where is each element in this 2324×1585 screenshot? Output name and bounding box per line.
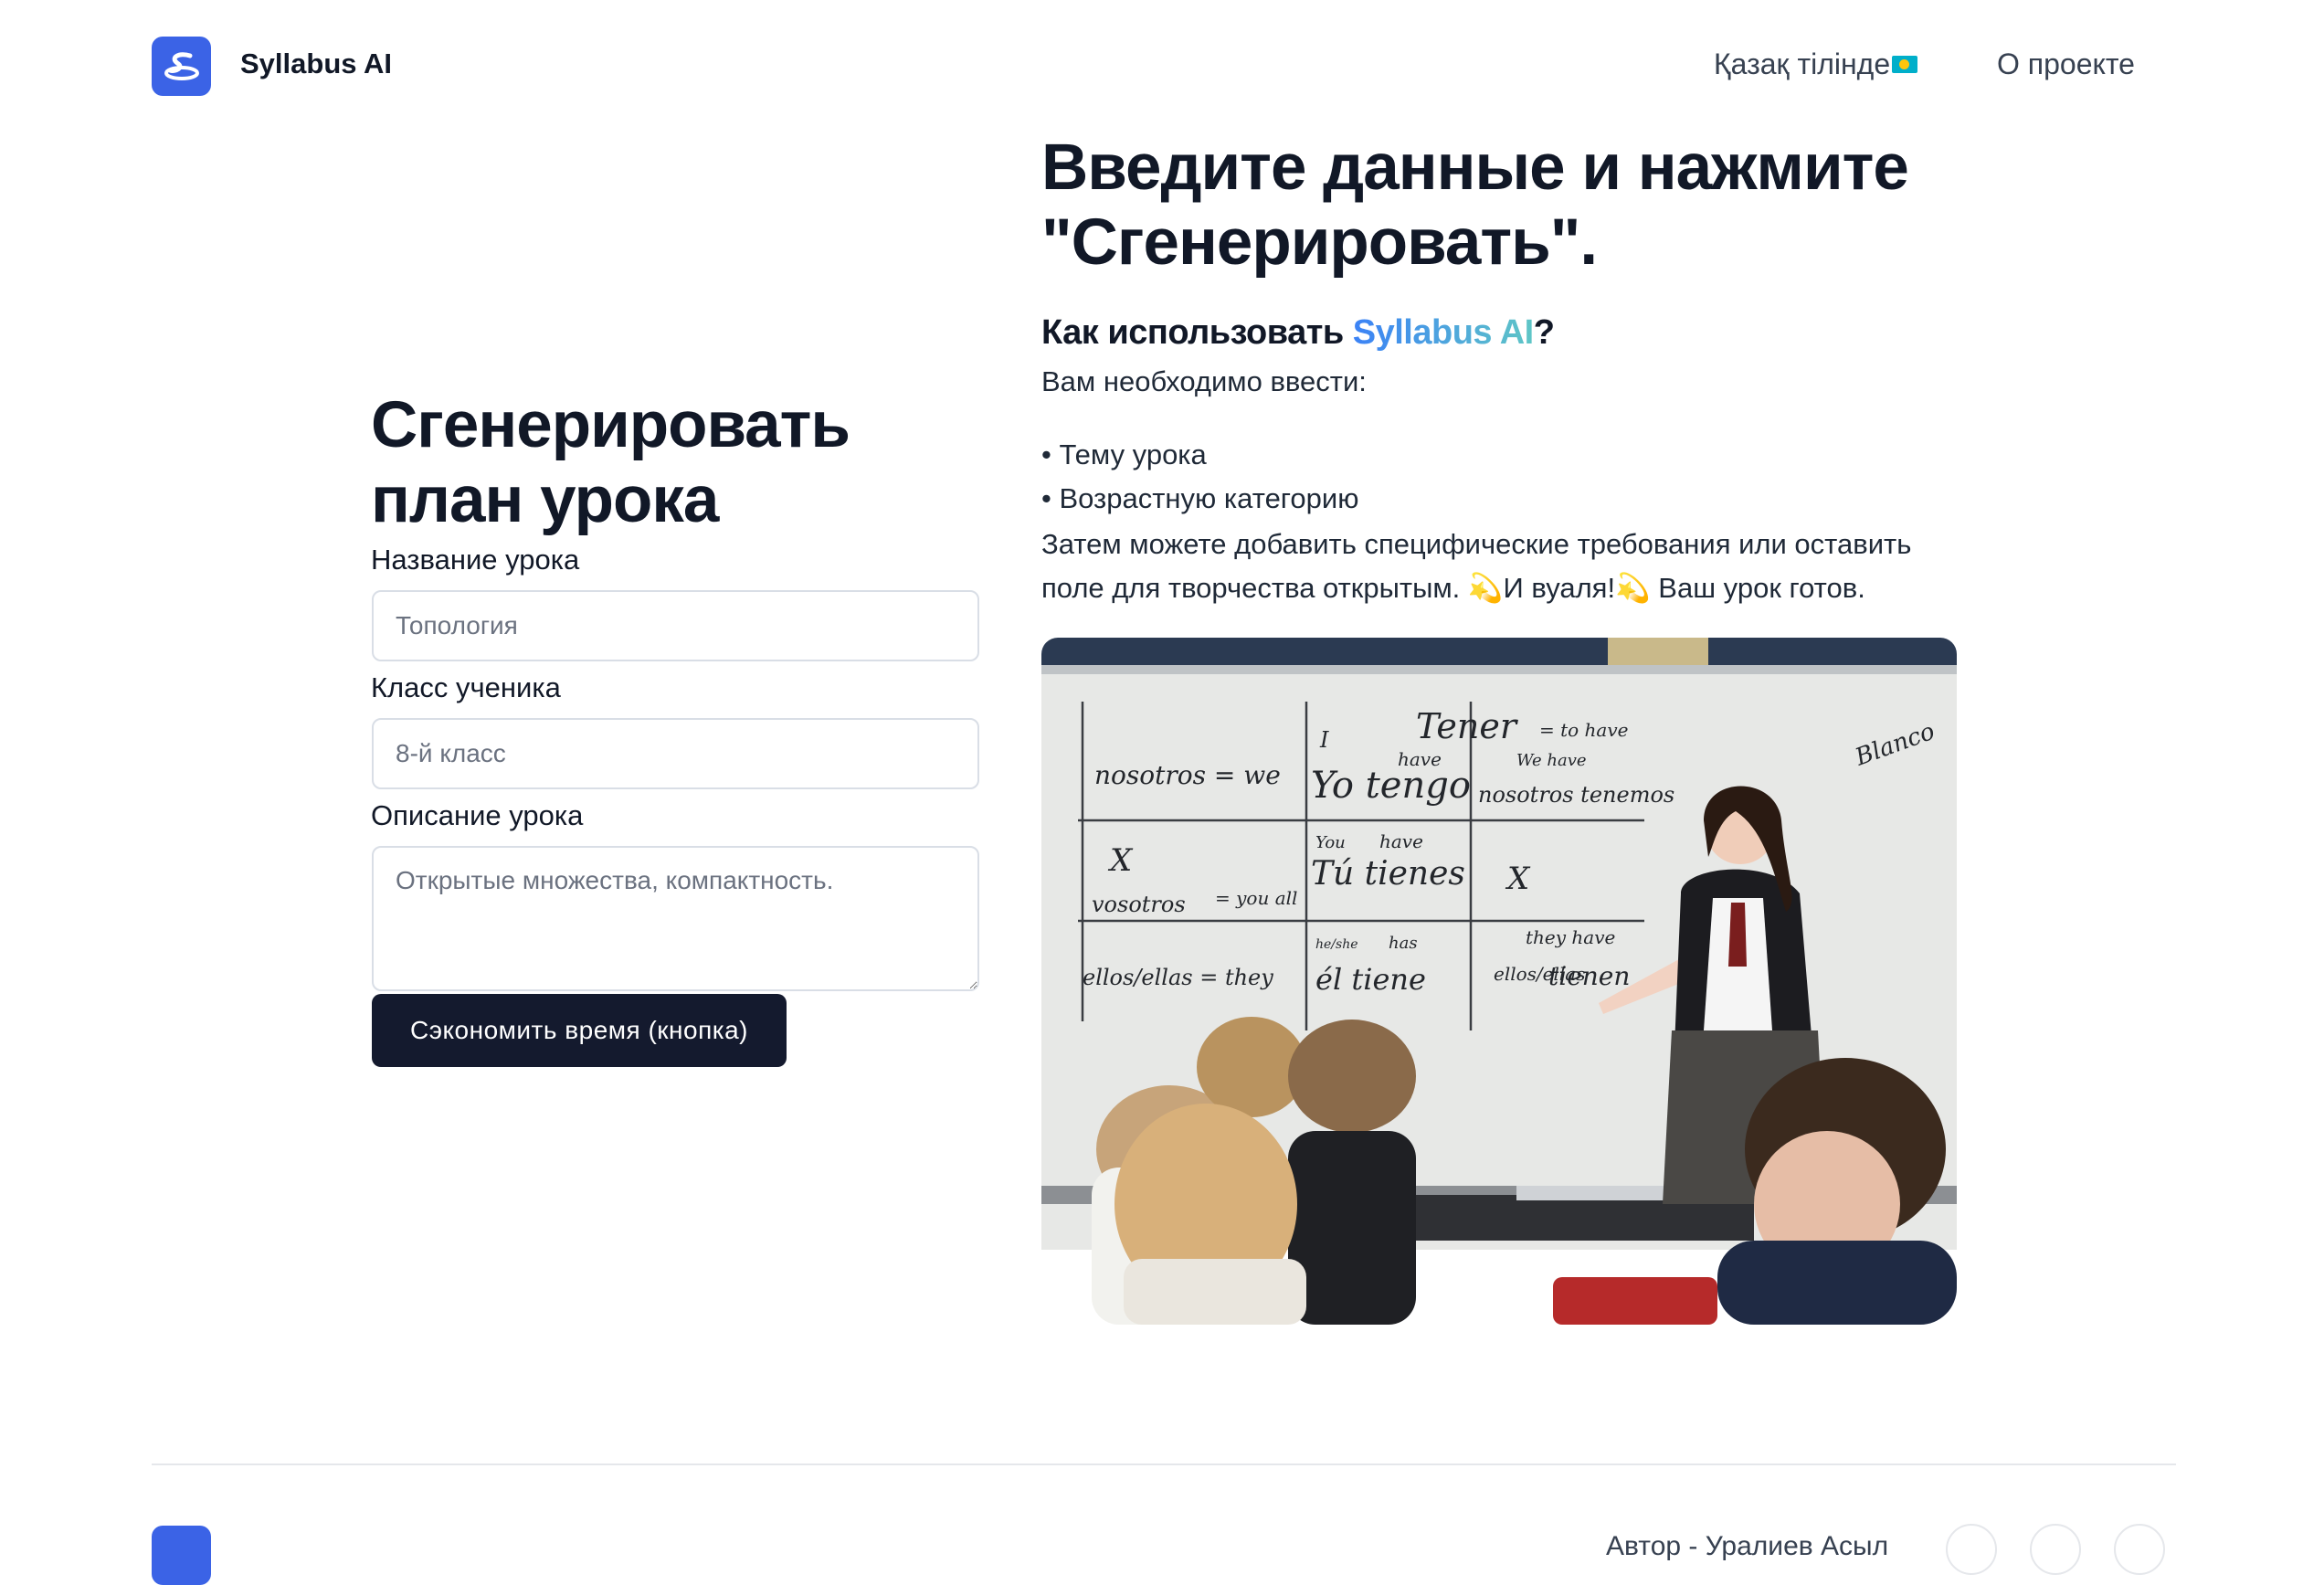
how-to-heading: Как использовать Syllabus AI? [1041, 313, 1555, 353]
generate-button[interactable]: Сэкономить время (кнопка) [372, 994, 787, 1067]
how-to-suffix: ? [1533, 313, 1555, 352]
description-label: Описание урока [371, 799, 584, 831]
instagram-icon[interactable] [2030, 1524, 2081, 1575]
logo-icon[interactable] [152, 37, 211, 96]
info-title-line1: Введите данные и нажмите [1041, 132, 1909, 204]
board-word: they have [1526, 926, 1615, 948]
board-word: Tú tienes [1311, 855, 1465, 893]
board-word: You [1315, 833, 1346, 852]
board-word: = to have [1539, 719, 1629, 741]
board-word: has [1389, 934, 1418, 953]
info-title-line2: "Сгенерировать". [1041, 206, 1598, 279]
how-to-brand: Syllabus AI [1352, 313, 1534, 352]
classroom-illustration: Tener = to have nosotros = we I Yo tengo… [1041, 638, 1957, 1325]
kazakhstan-flag-icon [1892, 56, 1918, 73]
footer-author: Автор - Уралиев Асыл [1606, 1531, 1889, 1561]
nav-language-label: Қазақ тілінде [1714, 48, 1891, 80]
bullet-topic: • Тему урока [1041, 439, 1207, 470]
board-word: él tiene [1315, 962, 1426, 997]
board-frame [1041, 665, 1957, 674]
details-line2: поле для творчества открытым. 💫И вуаля!💫… [1041, 572, 1865, 604]
bullet-age: • Возрастную категорию [1041, 482, 1359, 514]
twitter-icon[interactable] [1946, 1524, 1997, 1575]
board-word: tienen [1548, 961, 1630, 991]
github-icon[interactable] [2114, 1524, 2165, 1575]
form-title-line1: Сгенерировать [371, 389, 850, 461]
board-word: vosotros [1092, 892, 1186, 917]
form-title: Сгенерировать план урока [371, 388, 956, 538]
board-word: he/she [1315, 937, 1358, 952]
how-to-prefix: Как использовать [1041, 313, 1353, 352]
details-text: Затем можете добавить специфические треб… [1041, 523, 1964, 610]
details-line1: Затем можете добавить специфические треб… [1041, 528, 1912, 560]
board-word: = you all [1215, 887, 1297, 909]
board-word: Tener [1416, 706, 1519, 746]
board-word: X [1107, 842, 1134, 879]
lesson-name-label: Название урока [371, 544, 580, 576]
board-word: have [1398, 748, 1442, 770]
description-textarea[interactable] [372, 846, 979, 991]
footer-logo-icon[interactable] [152, 1526, 211, 1585]
grade-label: Класс ученика [371, 671, 561, 703]
board-word: ellos/ellas = they [1083, 965, 1273, 990]
board-word: Yo tengo [1311, 765, 1471, 807]
board-word: nosotros tenemos [1478, 782, 1674, 808]
lesson-name-input[interactable] [372, 590, 979, 661]
nav-language-link[interactable]: Қазақ тілінде [1714, 48, 1918, 81]
board-word: have [1379, 830, 1423, 852]
brand-name[interactable]: Syllabus AI [240, 48, 392, 80]
board-word: nosotros = we [1094, 760, 1281, 790]
grade-input[interactable] [372, 718, 979, 789]
classroom-photo: Tener = to have nosotros = we I Yo tengo… [1041, 638, 1957, 1325]
nav-about-link[interactable]: О проекте [1997, 48, 2135, 81]
need-to-enter-text: Вам необходимо ввести: [1041, 365, 1367, 397]
board-word: I [1319, 727, 1329, 753]
footer-divider [152, 1463, 2176, 1465]
board-word: X [1505, 861, 1531, 897]
info-title: Введите данные и нажмите "Сгенерировать"… [1041, 131, 2010, 280]
board-word: We have [1516, 751, 1587, 770]
form-title-line2: план урока [371, 464, 719, 536]
